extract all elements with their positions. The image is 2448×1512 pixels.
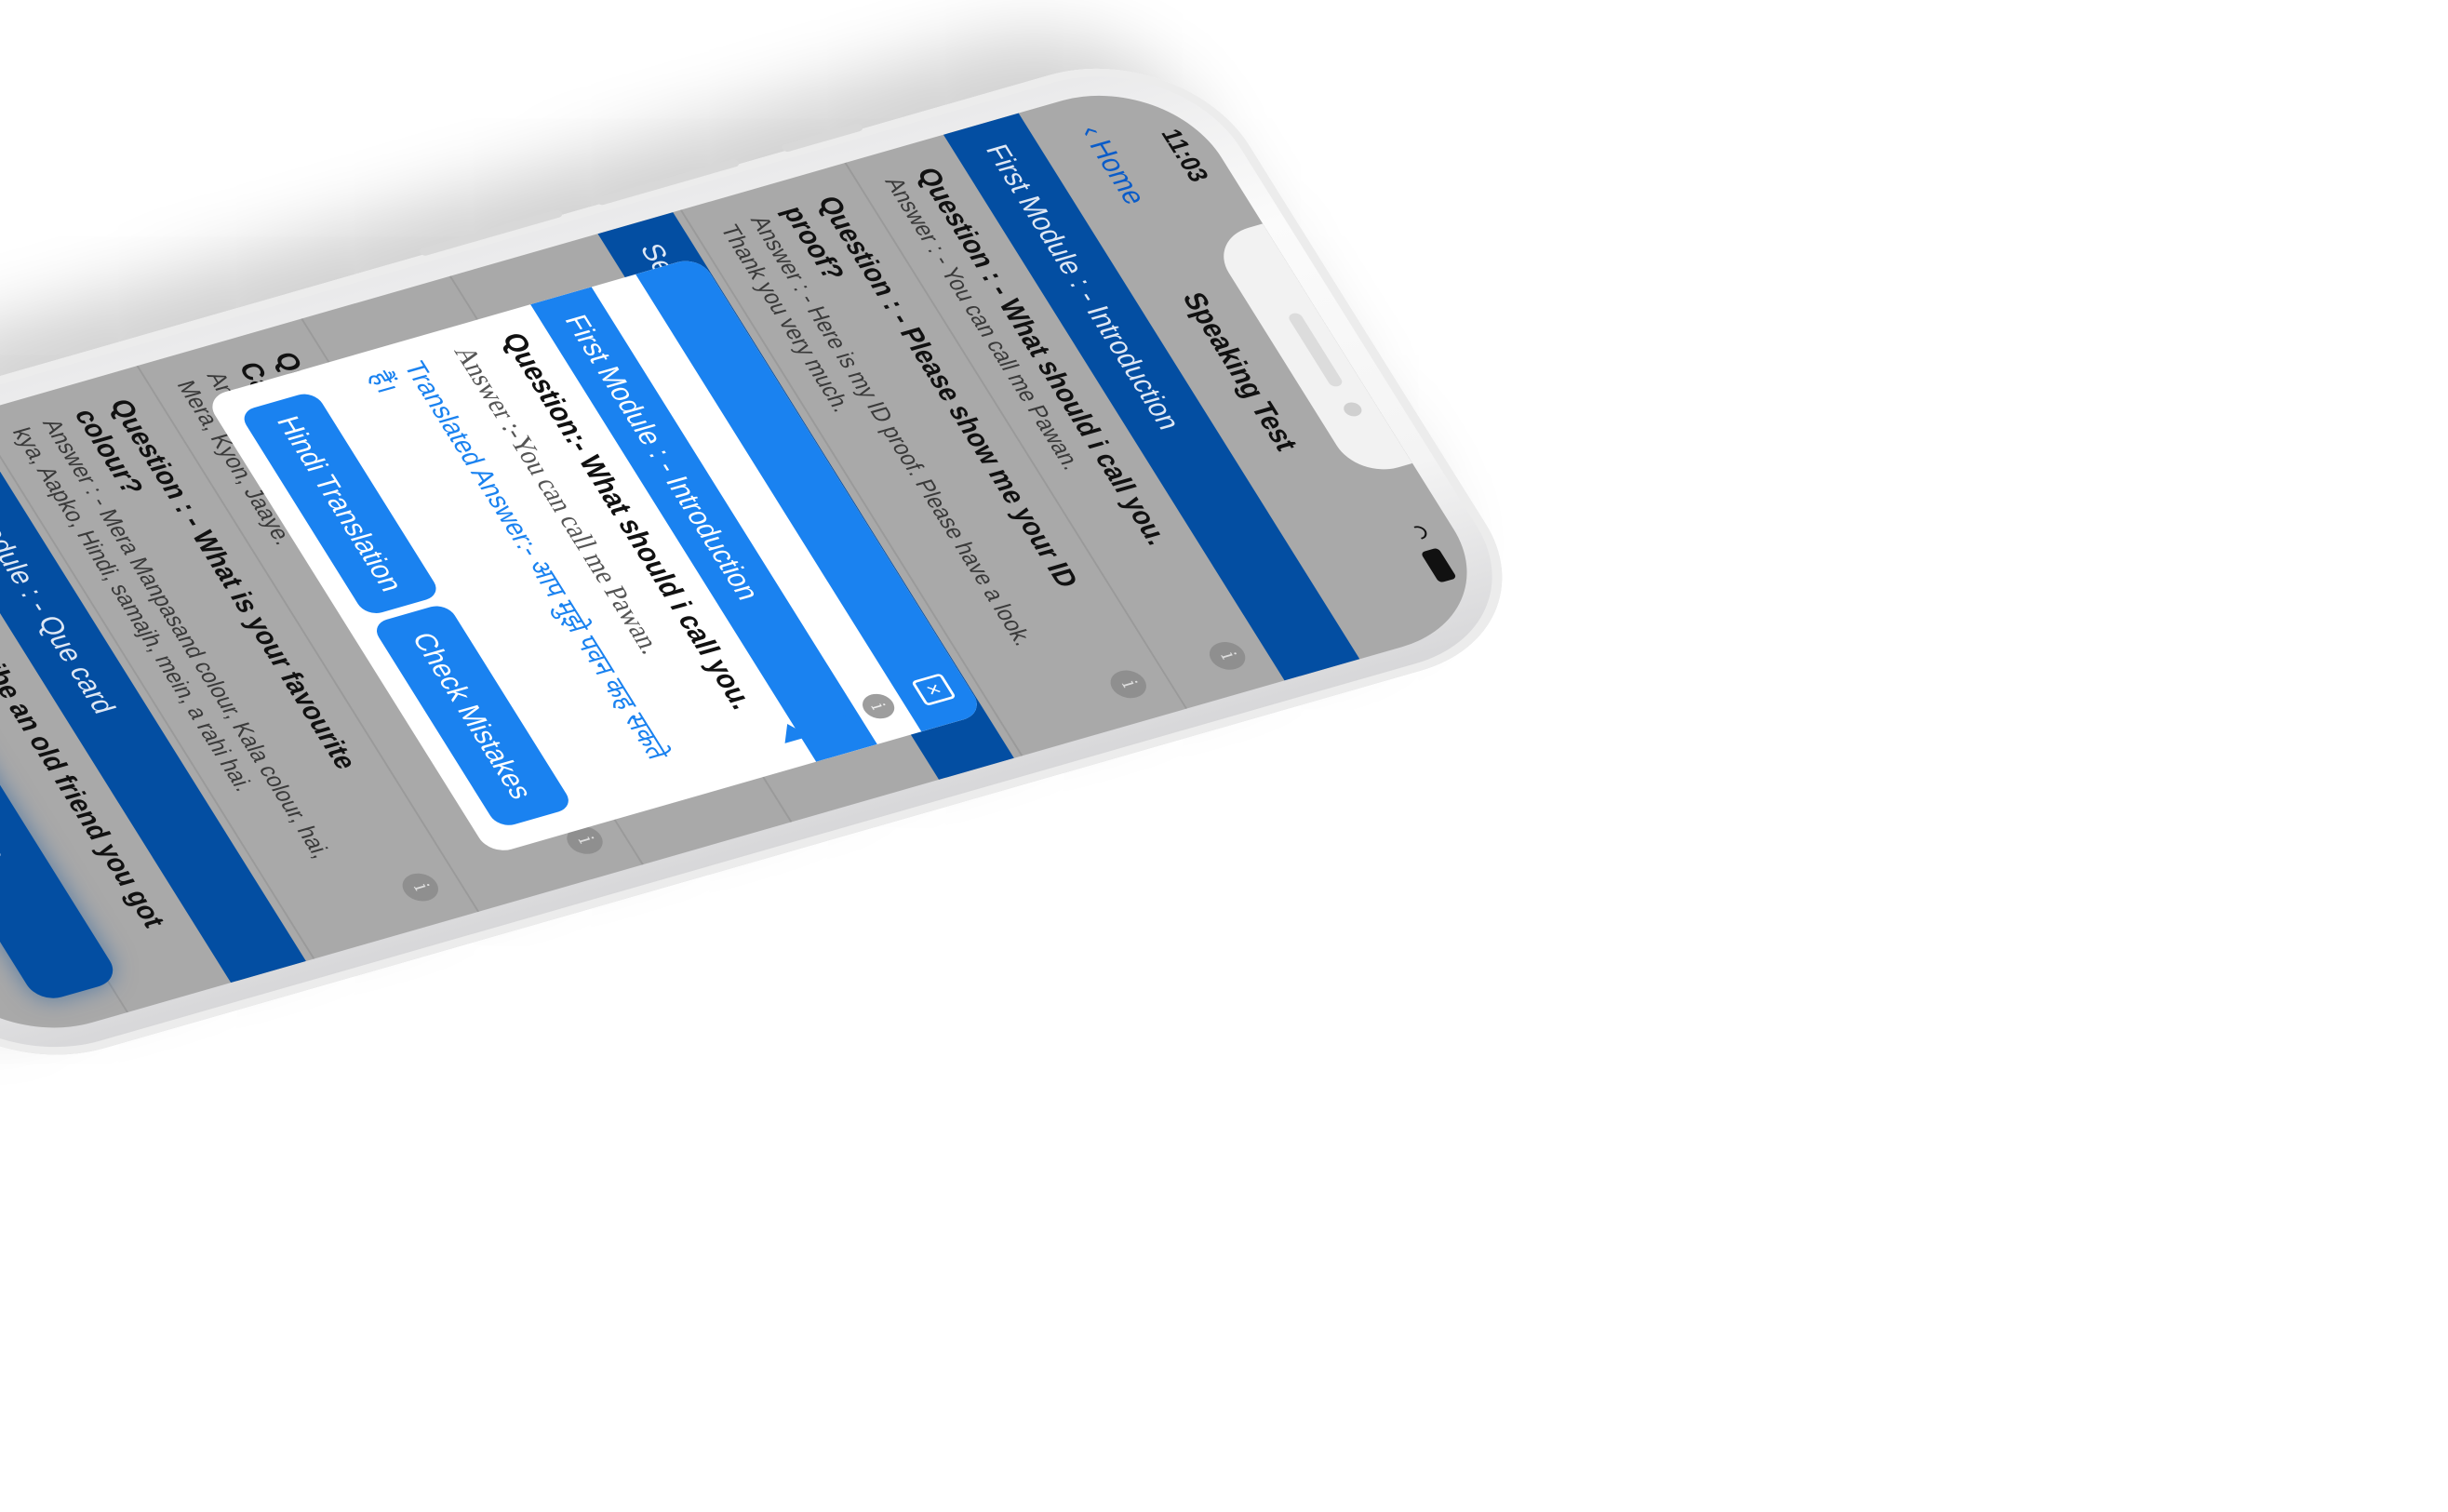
front-camera <box>1340 400 1365 419</box>
device-mockup: 11:03 ◠ ‹ Home Speaking Test First Modul… <box>0 0 2448 1512</box>
info-icon[interactable]: i <box>395 869 445 905</box>
info-icon[interactable]: i <box>857 690 901 722</box>
close-icon[interactable]: × <box>911 673 956 706</box>
status-time: 11:03 <box>1155 126 1215 185</box>
battery-icon <box>1420 547 1457 583</box>
phone-body: 11:03 ◠ ‹ Home Speaking Test First Modul… <box>0 37 1554 1087</box>
earpiece <box>1286 312 1344 388</box>
phone-screen: 11:03 ◠ ‹ Home Speaking Test First Modul… <box>0 70 1508 1053</box>
info-icon[interactable]: i <box>1104 666 1153 702</box>
info-icon[interactable]: i <box>1203 637 1252 674</box>
wifi-icon: ◠ <box>1404 522 1438 546</box>
silent-switch <box>780 122 864 154</box>
status-icons: ◠ <box>1403 522 1460 583</box>
